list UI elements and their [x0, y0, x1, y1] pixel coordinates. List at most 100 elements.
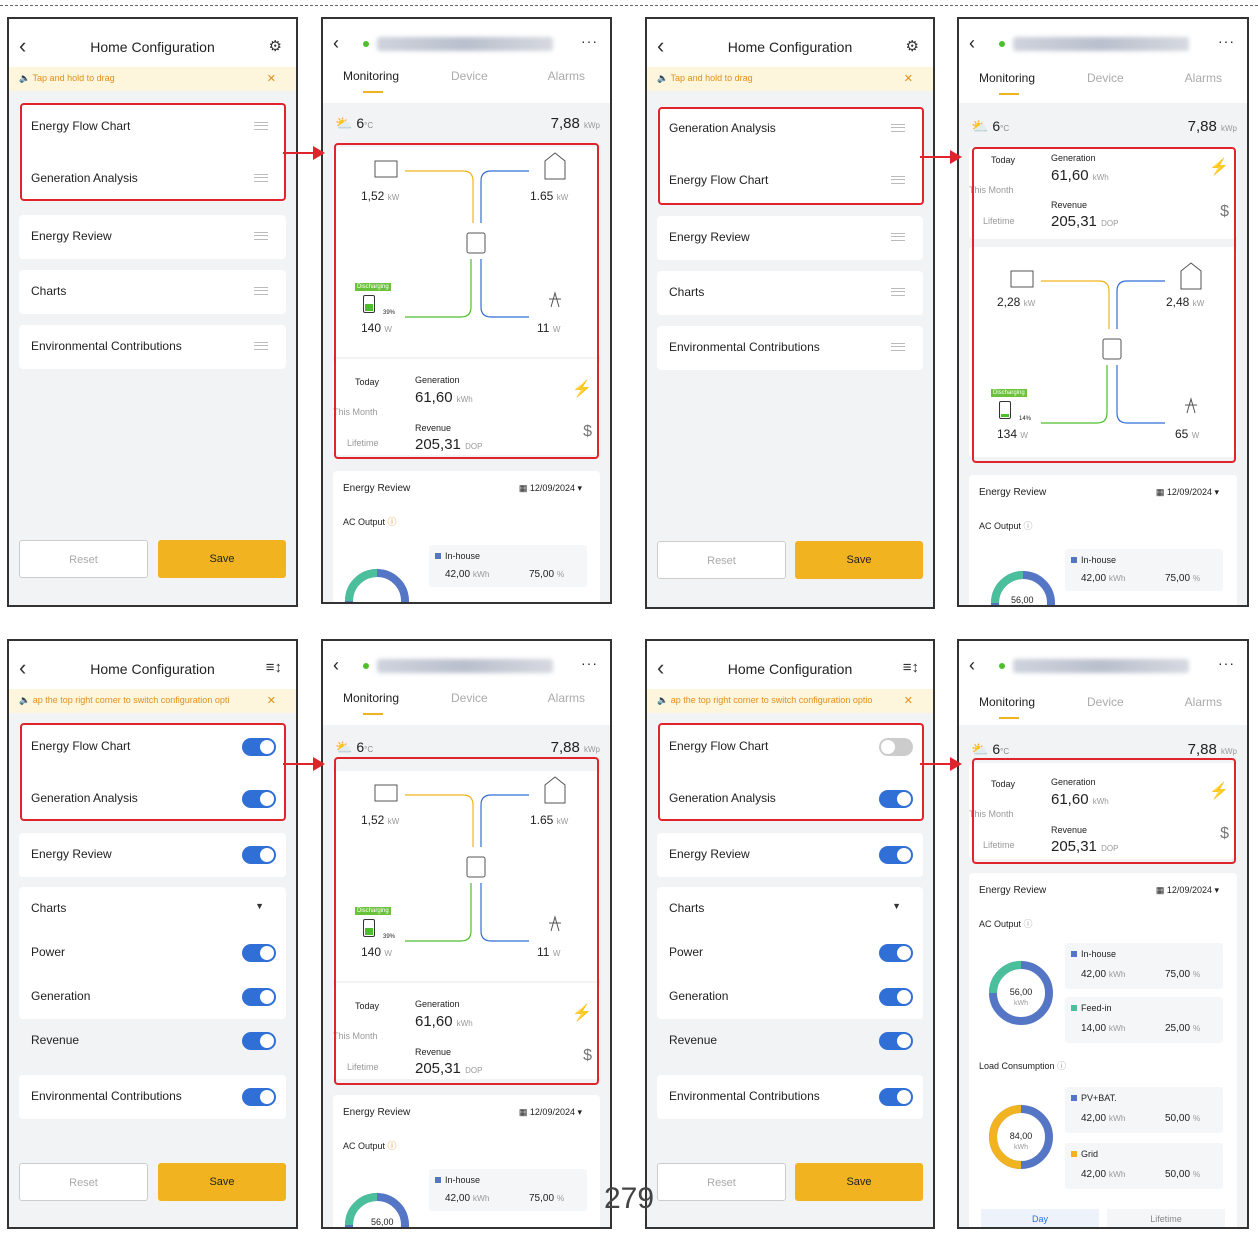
- expand-caret-icon[interactable]: ▼: [255, 901, 264, 911]
- list-item[interactable]: Energy Review: [19, 215, 286, 259]
- save-button[interactable]: Save: [795, 541, 923, 579]
- list-item[interactable]: Generation Analysis: [657, 107, 923, 151]
- list-item[interactable]: Energy Flow Chart: [19, 105, 286, 149]
- tab-device[interactable]: Device: [451, 69, 488, 83]
- drag-handle-icon[interactable]: [254, 342, 268, 350]
- card-group-1: Generation Analysis Energy Flow Chart: [657, 107, 923, 203]
- reset-button[interactable]: Reset: [657, 541, 786, 579]
- save-button[interactable]: Save: [795, 1163, 923, 1201]
- more-icon[interactable]: ···: [581, 655, 598, 671]
- date-picker[interactable]: ▦ 12/09/2024 ▾: [519, 1107, 582, 1118]
- list-item[interactable]: Charts: [657, 271, 923, 315]
- tab-alarms[interactable]: Alarms: [548, 69, 585, 83]
- tab-monitoring[interactable]: Monitoring: [979, 71, 1035, 85]
- toggle-switch[interactable]: [879, 988, 913, 1006]
- battery-soc: 39%: [383, 934, 396, 940]
- toggle-switch[interactable]: [242, 738, 276, 756]
- tab-monitoring[interactable]: Monitoring: [979, 695, 1035, 709]
- tab-lifetime[interactable]: Lifetime: [1107, 1209, 1225, 1227]
- save-button[interactable]: Save: [158, 1163, 286, 1201]
- period-month[interactable]: This Month: [969, 185, 1014, 195]
- date-picker[interactable]: ▦ 12/09/2024 ▾: [519, 483, 582, 494]
- tab-device[interactable]: Device: [1087, 71, 1124, 85]
- toggle-switch[interactable]: [879, 944, 913, 962]
- period-today[interactable]: Today: [991, 779, 1015, 789]
- list-item[interactable]: Charts ▼: [19, 887, 286, 931]
- switch-mode-icon[interactable]: ⚙: [906, 37, 919, 55]
- period-today[interactable]: Today: [991, 155, 1015, 165]
- period-lifetime[interactable]: Lifetime: [347, 1062, 379, 1072]
- drag-handle-icon[interactable]: [254, 287, 268, 295]
- list-item[interactable]: Energy Flow Chart: [657, 159, 923, 203]
- back-arrow-icon[interactable]: ‹: [969, 33, 975, 54]
- period-today[interactable]: Today: [355, 1001, 379, 1011]
- period-month[interactable]: This Month: [333, 407, 378, 417]
- date-picker[interactable]: ▦ 12/09/2024 ▾: [1156, 487, 1219, 498]
- toggle-switch[interactable]: [242, 1032, 276, 1050]
- period-today[interactable]: Today: [355, 377, 379, 387]
- date-picker[interactable]: ▦ 12/09/2024 ▾: [1156, 885, 1219, 896]
- list-item[interactable]: Generation Analysis: [19, 157, 286, 201]
- back-arrow-icon[interactable]: ‹: [333, 655, 339, 676]
- reset-button[interactable]: Reset: [19, 1163, 148, 1201]
- period-month[interactable]: This Month: [969, 809, 1014, 819]
- tab-device[interactable]: Device: [1087, 695, 1124, 709]
- generation-analysis: Today This Month Lifetime Generation 61,…: [333, 359, 600, 455]
- drag-handle-icon[interactable]: [891, 176, 905, 184]
- period-month[interactable]: This Month: [333, 1031, 378, 1041]
- tab-alarms[interactable]: Alarms: [548, 691, 585, 705]
- item-label: Energy Flow Chart: [669, 173, 769, 187]
- back-arrow-icon[interactable]: ‹: [969, 655, 975, 676]
- period-lifetime[interactable]: Lifetime: [983, 840, 1015, 850]
- header: ‹ Home Configuration ≡↕: [9, 641, 296, 689]
- tab-alarms[interactable]: Alarms: [1185, 71, 1222, 85]
- sort-switch-icon[interactable]: ≡↕: [266, 659, 282, 676]
- tab-day[interactable]: Day: [981, 1209, 1099, 1227]
- toggle-switch[interactable]: [242, 846, 276, 864]
- more-icon[interactable]: ···: [1218, 33, 1235, 49]
- back-arrow-icon[interactable]: ‹: [333, 33, 339, 54]
- drag-handle-icon[interactable]: [254, 122, 268, 130]
- close-icon[interactable]: ✕: [904, 694, 913, 707]
- close-icon[interactable]: ✕: [267, 72, 276, 85]
- toggle-switch[interactable]: [879, 738, 913, 756]
- list-item: Revenue: [19, 1019, 286, 1063]
- reset-button[interactable]: Reset: [19, 540, 148, 578]
- drag-handle-icon[interactable]: [891, 233, 905, 241]
- tab-monitoring[interactable]: Monitoring: [343, 691, 399, 705]
- period-lifetime[interactable]: Lifetime: [983, 216, 1015, 226]
- close-icon[interactable]: ✕: [904, 72, 913, 85]
- period-lifetime[interactable]: Lifetime: [347, 438, 379, 448]
- tab-device[interactable]: Device: [451, 691, 488, 705]
- more-icon[interactable]: ···: [581, 33, 598, 49]
- list-item[interactable]: Energy Review: [657, 216, 923, 260]
- more-icon[interactable]: ···: [1218, 655, 1235, 671]
- drag-handle-icon[interactable]: [254, 174, 268, 182]
- list-item[interactable]: Charts ▼: [657, 887, 923, 931]
- sort-switch-icon[interactable]: ≡↕: [903, 659, 919, 676]
- toggle-switch[interactable]: [242, 988, 276, 1006]
- toggle-switch[interactable]: [879, 1088, 913, 1106]
- toggle-switch[interactable]: [242, 1088, 276, 1106]
- list-item[interactable]: Environmental Contributions: [19, 325, 286, 369]
- drag-handle-icon[interactable]: [891, 124, 905, 132]
- drag-handle-icon[interactable]: [254, 232, 268, 240]
- drag-handle-icon[interactable]: [891, 343, 905, 351]
- reset-button[interactable]: Reset: [657, 1163, 786, 1201]
- toggle-switch[interactable]: [879, 1032, 913, 1050]
- save-button[interactable]: Save: [158, 540, 286, 578]
- weather-icon: ⛅: [971, 118, 989, 134]
- toggle-switch[interactable]: [879, 846, 913, 864]
- toggle-switch[interactable]: [242, 790, 276, 808]
- page-title: Home Configuration: [727, 39, 853, 55]
- list-item[interactable]: Environmental Contributions: [657, 326, 923, 370]
- tab-alarms[interactable]: Alarms: [1185, 695, 1222, 709]
- toggle-switch[interactable]: [879, 790, 913, 808]
- tab-monitoring[interactable]: Monitoring: [343, 69, 399, 83]
- list-item[interactable]: Charts: [19, 270, 286, 314]
- switch-mode-icon[interactable]: ⚙: [269, 37, 282, 55]
- toggle-switch[interactable]: [242, 944, 276, 962]
- close-icon[interactable]: ✕: [267, 694, 276, 707]
- expand-caret-icon[interactable]: ▼: [892, 901, 901, 911]
- drag-handle-icon[interactable]: [891, 288, 905, 296]
